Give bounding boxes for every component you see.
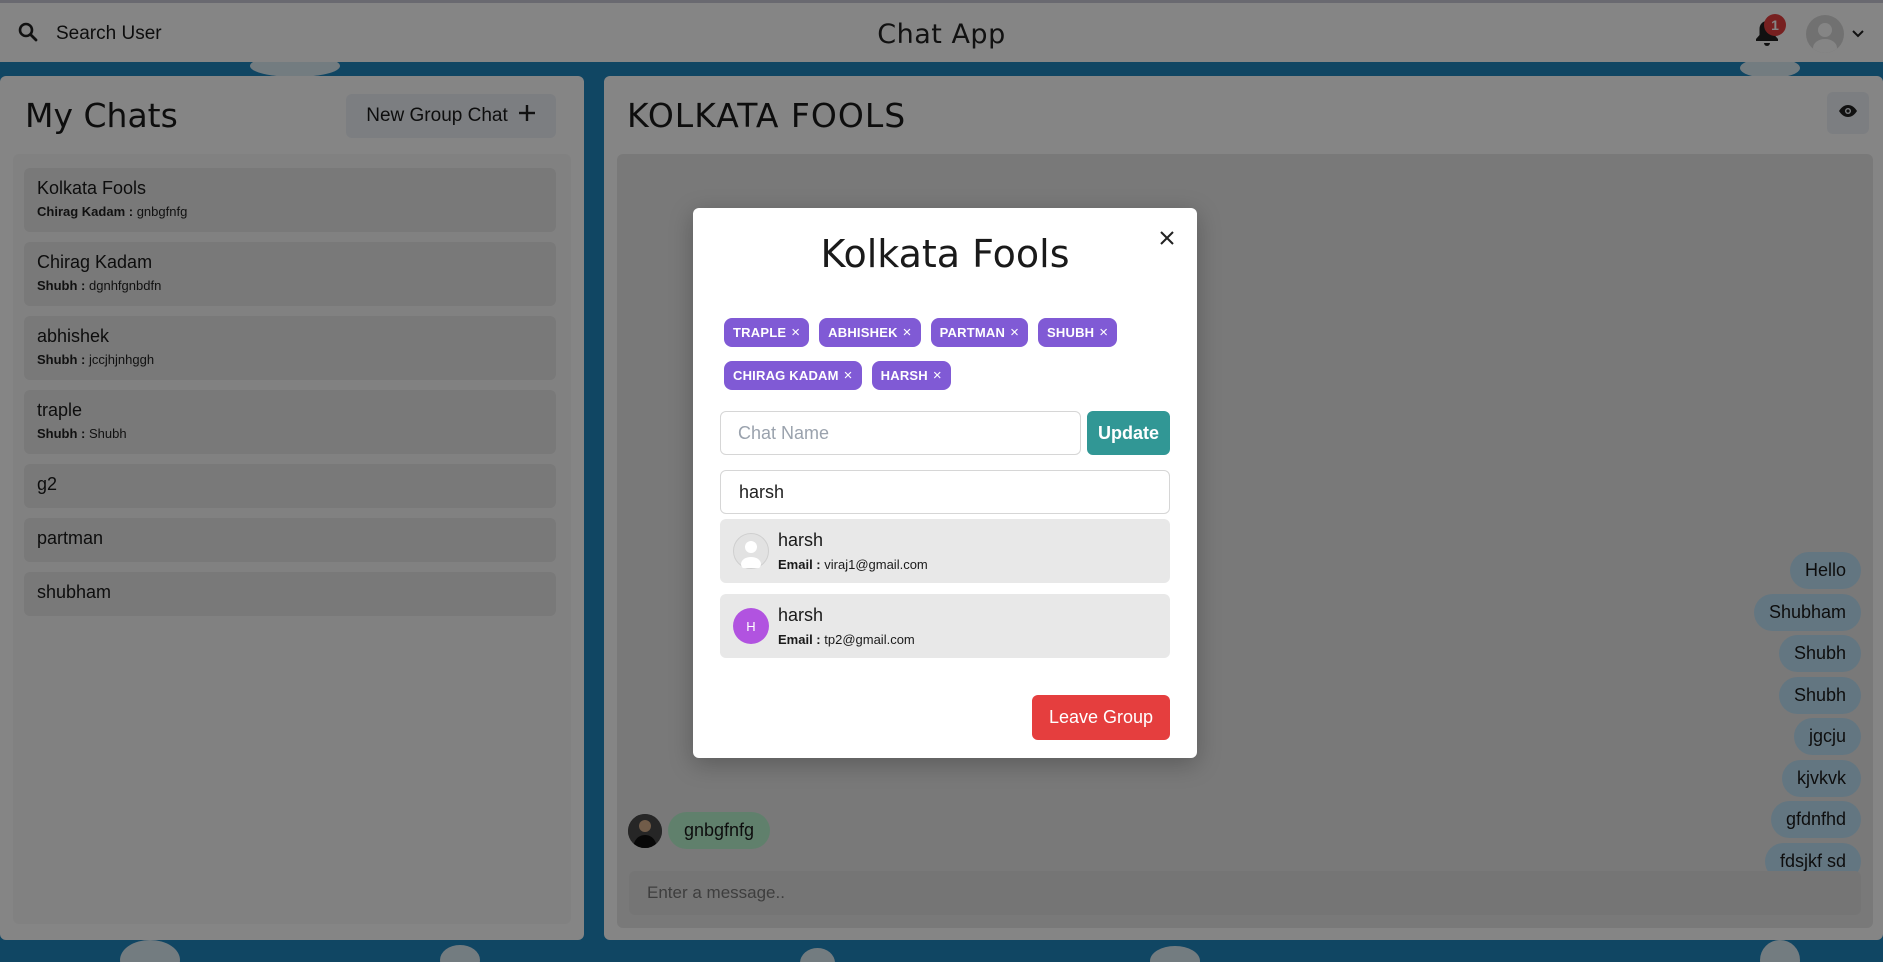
member-tags: TRAPLE × ABHISHEK × PARTMAN × SHUBH × CHIRAG…: [724, 318, 1174, 390]
email-label: Email :: [778, 632, 821, 647]
member-tag-label: HARSH: [880, 368, 928, 383]
remove-member-icon[interactable]: ×: [933, 368, 942, 383]
remove-member-icon[interactable]: ×: [791, 325, 800, 340]
remove-member-icon[interactable]: ×: [903, 325, 912, 340]
member-tag-label: PARTMAN: [939, 325, 1006, 340]
user-search-result[interactable]: H harsh Email : tp2@gmail.com: [720, 594, 1170, 658]
email-value: tp2@gmail.com: [824, 632, 915, 647]
email-value: viraj1@gmail.com: [824, 557, 928, 572]
result-name: harsh: [778, 605, 824, 625]
member-tag-label: SHUBH: [1047, 325, 1095, 340]
result-email: Email : viraj1@gmail.com: [778, 557, 928, 572]
member-tag: HARSH ×: [871, 361, 951, 390]
result-email: Email : tp2@gmail.com: [778, 632, 915, 647]
member-tag-label: CHIRAG KADAM: [733, 368, 839, 383]
add-user-search-input[interactable]: [720, 470, 1170, 514]
user-search-result[interactable]: harsh Email : viraj1@gmail.com: [720, 519, 1170, 583]
remove-member-icon[interactable]: ×: [1010, 325, 1019, 340]
update-button[interactable]: Update: [1087, 411, 1170, 455]
default-user-avatar-icon: [733, 533, 769, 571]
modal-title: Kolkata Fools: [820, 232, 1070, 276]
email-label: Email :: [778, 557, 821, 572]
member-tag-label: ABHISHEK: [828, 325, 898, 340]
member-tag: PARTMAN ×: [930, 318, 1029, 347]
result-name: harsh: [778, 530, 824, 550]
member-tag: TRAPLE ×: [724, 318, 810, 347]
close-icon: [1160, 230, 1174, 250]
member-tag: ABHISHEK ×: [819, 318, 921, 347]
remove-member-icon[interactable]: ×: [1099, 325, 1108, 340]
member-tag: SHUBH ×: [1038, 318, 1118, 347]
member-tag-label: TRAPLE: [733, 325, 787, 340]
user-initial-avatar: H: [733, 608, 769, 644]
member-tag: CHIRAG KADAM ×: [724, 361, 862, 390]
leave-group-button[interactable]: Leave Group: [1032, 695, 1170, 740]
close-modal-button[interactable]: [1151, 224, 1183, 256]
group-settings-modal: Kolkata Fools TRAPLE × ABHISHEK × PARTMAN ×…: [693, 208, 1197, 758]
chat-name-input[interactable]: [720, 411, 1081, 455]
remove-member-icon[interactable]: ×: [844, 368, 853, 383]
